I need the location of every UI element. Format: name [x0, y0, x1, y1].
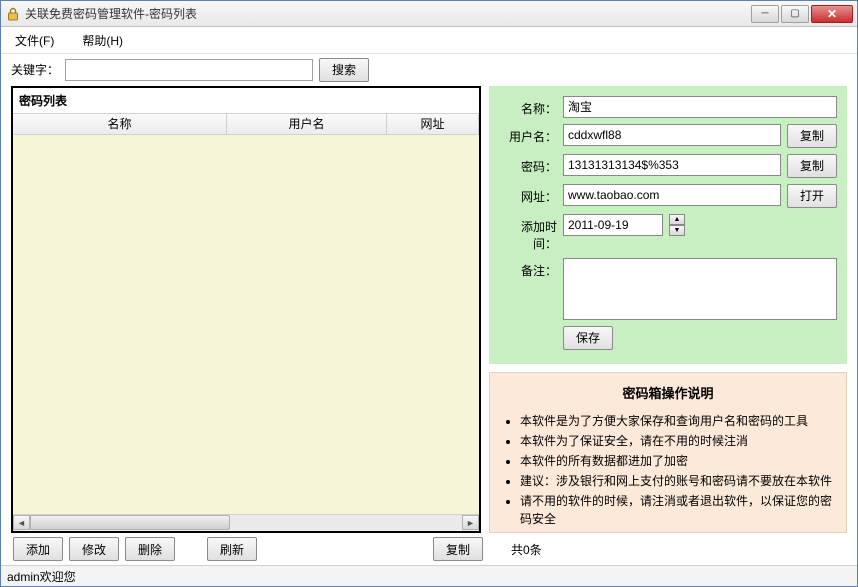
main-content: 密码列表 名称 用户名 网址 ◄ ► 名称：	[1, 86, 857, 537]
copy-button[interactable]: 复制	[433, 537, 483, 561]
right-panel: 名称： 用户名： 复制 密码： 复制 网址： 打开	[489, 86, 847, 533]
copy-user-button[interactable]: 复制	[787, 124, 837, 148]
date-spinner[interactable]: ▲ ▼	[669, 214, 685, 236]
instructions-list: 本软件是为了方便大家保存和查询用户名和密码的工具 本软件为了保证安全，请在不用的…	[502, 412, 834, 528]
save-button[interactable]: 保存	[563, 326, 613, 350]
user-input[interactable]	[563, 124, 781, 146]
copy-password-button[interactable]: 复制	[787, 154, 837, 178]
bottom-bar: 添加 修改 删除 刷新 复制 共0条	[1, 537, 857, 565]
password-input[interactable]	[563, 154, 781, 176]
note-textarea[interactable]	[563, 258, 837, 320]
maximize-button[interactable]: ▢	[781, 5, 809, 23]
password-label: 密码：	[499, 154, 557, 175]
date-input[interactable]: 2011-09-19	[563, 214, 663, 236]
url-input[interactable]	[563, 184, 781, 206]
close-button[interactable]: ✕	[811, 5, 853, 23]
scroll-right-icon[interactable]: ►	[462, 515, 479, 530]
left-panel: 密码列表 名称 用户名 网址 ◄ ►	[11, 86, 481, 533]
app-window: 关联免费密码管理软件-密码列表 ─ ▢ ✕ 文件(F) 帮助(H) 关键字： 搜…	[0, 0, 858, 587]
edit-button[interactable]: 修改	[69, 537, 119, 561]
instruction-item: 请不用的软件的时候，请注消或者退出软件，以保证您的密码安全	[520, 492, 834, 528]
keyword-input[interactable]	[65, 59, 313, 81]
list-title: 密码列表	[13, 88, 479, 113]
name-label: 名称：	[499, 96, 557, 117]
status-bar: admin欢迎您	[1, 565, 857, 586]
url-label: 网址：	[499, 184, 557, 205]
password-list: 密码列表 名称 用户名 网址 ◄ ►	[11, 86, 481, 533]
horizontal-scrollbar[interactable]: ◄ ►	[13, 514, 479, 531]
col-name[interactable]: 名称	[13, 114, 227, 134]
col-user[interactable]: 用户名	[227, 114, 387, 134]
name-input[interactable]	[563, 96, 837, 118]
instructions-panel: 密码箱操作说明 本软件是为了方便大家保存和查询用户名和密码的工具 本软件为了保证…	[489, 372, 847, 533]
date-label: 添加时间：	[499, 214, 557, 252]
instruction-item: 本软件是为了方便大家保存和查询用户名和密码的工具	[520, 412, 834, 430]
search-bar: 关键字： 搜索	[1, 54, 857, 86]
titlebar: 关联免费密码管理软件-密码列表 ─ ▢ ✕	[1, 1, 857, 27]
instruction-item: 建议：涉及银行和网上支付的账号和密码请不要放在本软件	[520, 472, 834, 490]
window-controls: ─ ▢ ✕	[751, 5, 853, 23]
spinner-up-icon[interactable]: ▲	[669, 214, 685, 225]
window-title: 关联免费密码管理软件-密码列表	[25, 5, 751, 22]
count-label: 共0条	[507, 539, 546, 560]
open-url-button[interactable]: 打开	[787, 184, 837, 208]
keyword-label: 关键字：	[11, 61, 59, 78]
scroll-left-icon[interactable]: ◄	[13, 515, 30, 530]
menu-help[interactable]: 帮助(H)	[76, 28, 129, 53]
minimize-button[interactable]: ─	[751, 5, 779, 23]
col-url[interactable]: 网址	[387, 114, 479, 134]
detail-form: 名称： 用户名： 复制 密码： 复制 网址： 打开	[489, 86, 847, 364]
user-label: 用户名：	[499, 124, 557, 145]
instruction-item: 本软件的所有数据都进加了加密	[520, 452, 834, 470]
add-button[interactable]: 添加	[13, 537, 63, 561]
search-button[interactable]: 搜索	[319, 58, 369, 82]
note-label: 备注：	[499, 258, 557, 279]
list-body[interactable]	[13, 135, 479, 514]
status-text: admin欢迎您	[7, 568, 76, 585]
scroll-track[interactable]	[30, 515, 462, 530]
scroll-thumb[interactable]	[30, 515, 230, 530]
refresh-button[interactable]: 刷新	[207, 537, 257, 561]
menubar: 文件(F) 帮助(H)	[1, 27, 857, 53]
lock-icon	[5, 6, 21, 22]
delete-button[interactable]: 删除	[125, 537, 175, 561]
instructions-title: 密码箱操作说明	[502, 383, 834, 402]
spinner-down-icon[interactable]: ▼	[669, 225, 685, 236]
instruction-item: 本软件为了保证安全，请在不用的时候注消	[520, 432, 834, 450]
column-headers: 名称 用户名 网址	[13, 113, 479, 135]
menu-file[interactable]: 文件(F)	[9, 28, 60, 53]
